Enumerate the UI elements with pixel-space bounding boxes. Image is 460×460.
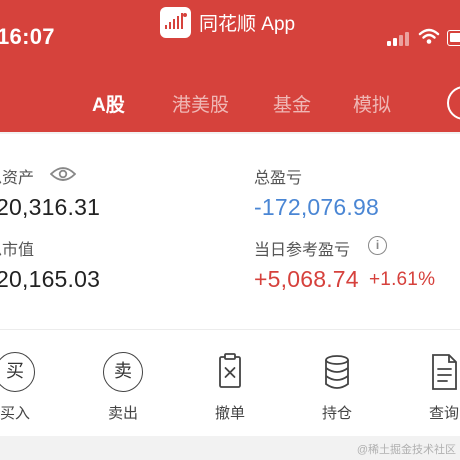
buy-label: 买入	[0, 405, 30, 422]
daily-pnl-value: +5,068.74	[254, 266, 359, 292]
holdings-icon	[325, 355, 349, 389]
daily-pnl-label: 当日参考盈亏	[254, 242, 351, 259]
cancel-order-button[interactable]: 撤单	[190, 346, 270, 426]
wifi-icon	[418, 28, 440, 44]
trade-actions: 买 买入 卖 卖出 撤单 持仓 查询	[0, 330, 460, 436]
account-summary-card: 总资产 20,316.31 总盈亏 -172,076.98 总市值 20,165…	[0, 134, 460, 330]
query-label: 查询	[428, 405, 459, 422]
market-value-label: 总市值	[0, 242, 35, 259]
watermark: @稀土掘金技术社区	[356, 444, 456, 456]
cancel-order-label: 撤单	[214, 405, 245, 422]
eye-icon[interactable]	[50, 166, 76, 182]
sell-label: 卖出	[107, 405, 138, 422]
sell-button[interactable]: 卖 卖出	[83, 346, 163, 426]
total-pnl-value: -172,076.98	[254, 194, 379, 220]
tab-simulation[interactable]: 模拟	[353, 90, 391, 117]
signal-icon	[387, 32, 409, 46]
app-header: 16:07 同花顺 App A股 港美股 基金 模拟	[0, 0, 460, 132]
buy-icon: 买	[0, 352, 35, 392]
account-tabs: A股 港美股 基金 模拟	[0, 82, 460, 122]
holdings-label: 持仓	[321, 405, 352, 422]
total-assets-label: 总资产	[0, 170, 35, 187]
query-button[interactable]: 查询	[404, 346, 460, 426]
holdings-button[interactable]: 持仓	[297, 346, 377, 426]
buy-button[interactable]: 买 买入	[0, 346, 55, 426]
market-value-value: 20,165.03	[0, 266, 101, 292]
query-icon	[432, 354, 457, 390]
tab-funds[interactable]: 基金	[273, 90, 311, 117]
battery-icon	[447, 30, 460, 46]
sell-icon: 卖	[103, 352, 143, 392]
app-badge[interactable]: 同花顺 App	[160, 6, 295, 38]
info-icon[interactable]: i	[368, 236, 387, 255]
tab-hk-us-stocks[interactable]: 港美股	[172, 90, 229, 117]
more-circle-icon[interactable]	[447, 86, 460, 120]
total-pnl-label: 总盈亏	[254, 170, 303, 187]
status-bar: 16:07 同花顺 App	[0, 0, 460, 60]
tab-a-shares[interactable]: A股	[92, 90, 125, 117]
total-assets-value: 20,316.31	[0, 194, 101, 220]
status-time: 16:07	[0, 24, 55, 49]
daily-pnl-percent: +1.61%	[369, 269, 436, 290]
app-name: 同花顺 App	[199, 13, 296, 35]
cancel-order-icon	[219, 353, 241, 388]
app-logo-icon	[160, 6, 191, 38]
